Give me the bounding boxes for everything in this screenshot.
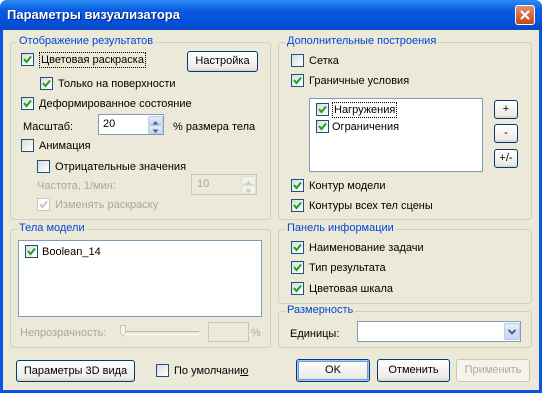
constraints-label: Ограничения <box>332 121 400 133</box>
check-icon <box>293 243 302 252</box>
ok-button[interactable]: OK <box>296 359 370 382</box>
opacity-percent: % <box>251 327 261 339</box>
checkbox-box <box>291 282 304 295</box>
model-contour-label: Контур модели <box>309 180 386 192</box>
settings-button[interactable]: Настройка <box>187 51 258 72</box>
checkbox-box <box>291 54 304 67</box>
apply-button[interactable]: Применить <box>456 359 530 382</box>
arrow-down-icon <box>152 129 159 133</box>
bodies-group-title: Тела модели <box>17 222 87 234</box>
title-bar[interactable]: Параметры визуализатора <box>0 0 542 30</box>
surface-only-label: Только на поверхности <box>58 78 176 90</box>
deformed-label: Деформированное состояние <box>39 98 192 110</box>
default-label-accelerator: ю <box>240 365 249 377</box>
checkbox-box <box>291 261 304 274</box>
units-dropdown[interactable] <box>357 321 521 342</box>
checkbox-box <box>37 198 50 211</box>
info-group-title: Панель информации <box>285 222 396 234</box>
opacity-input[interactable] <box>208 322 249 342</box>
default-label: По умолчанию <box>174 364 248 378</box>
scale-suffix: % размера тела <box>173 121 256 133</box>
check-icon <box>293 76 302 85</box>
window-title: Параметры визуализатора <box>7 7 180 22</box>
check-icon <box>42 79 51 88</box>
dialog-client-area: Отображение результатов Цветовая раскрас… <box>3 30 539 390</box>
opacity-label: Непрозрачность: <box>20 327 107 339</box>
animation-label: Анимация <box>39 140 91 152</box>
color-scale-label: Цветовая шкала <box>309 283 394 295</box>
check-icon <box>23 55 32 64</box>
checkbox-box <box>291 179 304 192</box>
bodies-list[interactable]: Boolean_14 <box>18 240 262 317</box>
checkbox-box <box>25 245 38 258</box>
extra-group-title: Дополнительные построения <box>285 35 439 47</box>
check-icon <box>39 200 48 209</box>
change-coloring-label: Изменять раскраску <box>55 199 159 211</box>
scene-contours-label: Контуры всех тел сцены <box>309 200 433 212</box>
checkbox-box <box>40 77 53 90</box>
boundary-label: Граничные условия <box>309 75 410 87</box>
plus-button[interactable]: + <box>494 100 518 119</box>
color-map-label: Цветовая раскраска <box>39 52 146 68</box>
check-icon <box>318 122 327 131</box>
opacity-slider-thumb[interactable] <box>120 325 126 338</box>
spin-up-button[interactable] <box>241 176 256 185</box>
check-icon <box>27 247 36 256</box>
spin-up-button[interactable] <box>148 116 163 125</box>
check-icon <box>293 181 302 190</box>
opacity-slider-track[interactable] <box>123 331 199 335</box>
slider-thumb-icon <box>120 325 126 338</box>
loads-label: Нагружения <box>332 102 398 118</box>
checkbox-box <box>21 53 34 66</box>
check-icon <box>293 284 302 293</box>
results-group-title: Отображение результатов <box>17 35 156 47</box>
check-icon <box>23 99 32 108</box>
checkbox-box <box>316 103 329 116</box>
check-icon <box>293 263 302 272</box>
negative-values-label: Отрицательные значения <box>55 161 187 173</box>
checkbox-box <box>156 364 169 377</box>
view-3d-settings-button[interactable]: Параметры 3D вида <box>16 360 135 382</box>
checkbox-box <box>316 120 329 133</box>
task-name-label: Наименование задачи <box>309 242 424 254</box>
frequency-label: Частота, 1/мин: <box>37 180 116 192</box>
plus-minus-button[interactable]: +/- <box>494 149 518 168</box>
frequency-spinbox[interactable]: 10 <box>191 174 257 195</box>
arrow-down-icon <box>245 189 252 193</box>
checkbox-box <box>291 74 304 87</box>
scale-spinbox[interactable]: 20 <box>98 114 164 135</box>
close-button[interactable] <box>515 5 535 25</box>
checkbox-box <box>21 139 34 152</box>
chevron-down-icon <box>507 329 517 335</box>
checkbox-box <box>291 241 304 254</box>
scale-value: 20 <box>103 118 116 130</box>
boundary-list[interactable]: Нагружения Ограничения <box>309 98 483 172</box>
dialog-window: Параметры визуализатора Отображение резу… <box>0 0 542 393</box>
checkbox-box <box>21 97 34 110</box>
close-icon <box>520 10 530 20</box>
body-name: Boolean_14 <box>42 246 101 258</box>
units-label: Единицы: <box>290 328 340 340</box>
minus-button[interactable]: - <box>494 124 518 143</box>
default-label-text: По умолчани <box>174 365 241 377</box>
dimension-group-title: Размерность <box>285 304 356 316</box>
frequency-value: 10 <box>197 178 210 190</box>
spin-down-button[interactable] <box>148 125 163 134</box>
result-type-label: Тип результата <box>309 262 386 274</box>
scale-label: Масштаб: <box>23 121 74 133</box>
checkbox-box <box>37 160 50 173</box>
spin-down-button[interactable] <box>241 185 256 194</box>
checkbox-box <box>291 199 304 212</box>
grid-label: Сетка <box>309 55 339 67</box>
cancel-button[interactable]: Отменить <box>377 359 450 382</box>
check-icon <box>293 201 302 210</box>
dropdown-button[interactable] <box>504 323 520 340</box>
check-icon <box>318 105 327 114</box>
